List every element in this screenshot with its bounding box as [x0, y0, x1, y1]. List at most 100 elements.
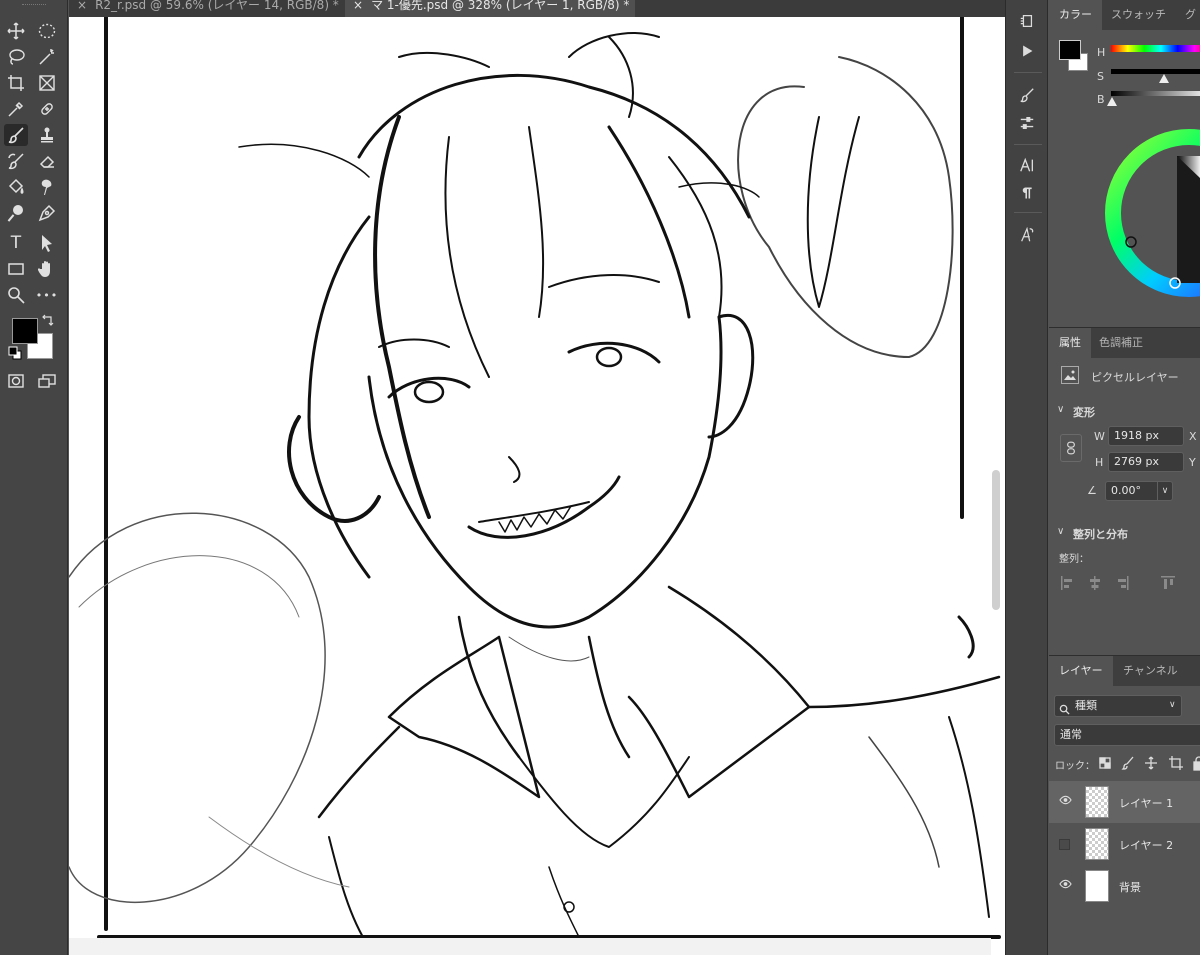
lock-transparent-icon[interactable]: [1099, 757, 1111, 769]
layer-row[interactable]: 背景: [1049, 865, 1200, 907]
color-panel-tabs: カラー スウォッチ グ: [1049, 0, 1200, 30]
screen-mode-icon[interactable]: [35, 370, 59, 392]
align-label: 整列：: [1059, 554, 1089, 565]
width-label: W: [1094, 430, 1105, 443]
tab-swatches[interactable]: スウォッチ: [1101, 0, 1176, 30]
tab-adjustments[interactable]: 色調補正: [1089, 328, 1153, 358]
align-top-icon[interactable]: [1161, 576, 1175, 589]
frame-tool-icon[interactable]: [35, 72, 59, 94]
swap-colors-icon[interactable]: [40, 314, 56, 328]
align-section-title[interactable]: 整列と分布: [1073, 526, 1128, 542]
magic-wand-tool-icon[interactable]: [35, 46, 59, 68]
layer-row[interactable]: レイヤー 2: [1049, 823, 1200, 865]
glyphs-panel-icon[interactable]: [1016, 224, 1038, 246]
layer-row[interactable]: レイヤー 1: [1049, 781, 1200, 823]
brush-settings-icon[interactable]: [1016, 84, 1038, 106]
crop-tool-icon[interactable]: [4, 72, 28, 94]
healing-brush-tool-icon[interactable]: [35, 98, 59, 120]
align-right-icon[interactable]: [1118, 576, 1129, 590]
dodge-tool-icon[interactable]: [4, 202, 28, 224]
tab-channels[interactable]: チャンネル: [1113, 656, 1188, 686]
width-field[interactable]: 1918 px: [1108, 426, 1184, 446]
paragraph-panel-icon[interactable]: [1016, 182, 1038, 204]
layer-name[interactable]: レイヤー 1: [1119, 795, 1173, 811]
height-field[interactable]: 2769 px: [1108, 452, 1184, 472]
adjustments-sliders-icon[interactable]: [1016, 112, 1038, 134]
filter-kind-value: 種類: [1075, 699, 1097, 712]
eraser-tool-icon[interactable]: [35, 150, 59, 172]
smudge-tool-icon[interactable]: [35, 176, 59, 198]
paint-bucket-tool-icon[interactable]: [4, 176, 28, 198]
brightness-label: B: [1097, 93, 1105, 106]
chevron-down-icon[interactable]: ∨: [1057, 404, 1064, 415]
history-brush-tool-icon[interactable]: [4, 150, 28, 172]
hand-tool-icon[interactable]: [35, 258, 59, 280]
saturation-slider[interactable]: [1111, 69, 1200, 74]
properties-panel-tabs: 属性 色調補正: [1049, 328, 1200, 358]
saturation-slider-thumb[interactable]: [1159, 74, 1169, 83]
y-label: Y: [1189, 456, 1196, 469]
layers-panel-tabs: レイヤー チャンネル: [1049, 656, 1200, 686]
lock-artboard-icon[interactable]: [1169, 756, 1183, 770]
layer-name[interactable]: 背景: [1119, 879, 1141, 895]
panel-grip[interactable]: [22, 4, 46, 7]
clone-stamp-tool-icon[interactable]: [35, 124, 59, 146]
hue-label: H: [1097, 46, 1106, 59]
chevron-down-icon[interactable]: ∨: [1169, 700, 1176, 710]
color-wheel[interactable]: [1049, 118, 1200, 318]
rectangle-tool-icon[interactable]: [4, 258, 28, 280]
photoshop-window: × R2_r.psd @ 59.6% (レイヤー 14, RGB/8) * × マ …: [0, 0, 1200, 955]
lock-position-icon[interactable]: [1145, 756, 1157, 770]
tab-gradients[interactable]: グ: [1175, 0, 1200, 30]
history-icon[interactable]: [1016, 10, 1038, 32]
tab-properties[interactable]: 属性: [1049, 328, 1091, 358]
tab-r2-document[interactable]: × R2_r.psd @ 59.6% (レイヤー 14, RGB/8) *: [69, 0, 344, 17]
eye-icon[interactable]: [1059, 879, 1073, 891]
color-panel: カラー スウォッチ グ H S B: [1049, 0, 1200, 323]
align-center-icon[interactable]: [1090, 576, 1100, 590]
panel-foreground-swatch[interactable]: [1059, 40, 1081, 60]
lock-pixels-icon[interactable]: [1121, 756, 1134, 770]
dock-separator: [1014, 72, 1042, 73]
zoom-tool-icon[interactable]: [4, 284, 28, 306]
layer-name[interactable]: レイヤー 2: [1119, 837, 1173, 853]
eyedropper-tool-icon[interactable]: [4, 98, 28, 120]
more-tools-icon[interactable]: •••: [35, 284, 59, 306]
tab-close-icon[interactable]: ×: [77, 0, 87, 12]
tab-close-icon[interactable]: ×: [353, 0, 363, 12]
brush-tool-icon[interactable]: [4, 124, 28, 146]
foreground-color-swatch[interactable]: [12, 318, 38, 344]
tab-layers[interactable]: レイヤー: [1049, 656, 1113, 686]
path-selection-tool-icon[interactable]: [35, 232, 59, 254]
layer-filter-select[interactable]: 種類: [1054, 695, 1182, 717]
character-panel-icon[interactable]: [1016, 154, 1038, 176]
hue-slider[interactable]: [1111, 45, 1200, 52]
lasso-tool-icon[interactable]: [4, 46, 28, 68]
brightness-slider-thumb[interactable]: [1107, 97, 1117, 106]
collapsed-panel-dock: [1005, 0, 1048, 955]
lock-all-icon[interactable]: [1193, 756, 1200, 771]
tab-color[interactable]: カラー: [1049, 0, 1102, 30]
visibility-off-box[interactable]: [1059, 839, 1070, 850]
align-left-icon[interactable]: [1061, 576, 1072, 590]
pen-tool-icon[interactable]: [35, 202, 59, 224]
play-actions-icon[interactable]: [1016, 40, 1038, 62]
tab-active-document[interactable]: × マ 1-優先.psd @ 328% (レイヤー 1, RGB/8) *: [345, 0, 635, 17]
default-colors-icon[interactable]: [8, 346, 22, 360]
brightness-slider[interactable]: [1111, 91, 1200, 96]
marquee-tool-icon[interactable]: [35, 20, 59, 42]
align-buttons: [1061, 576, 1175, 590]
link-icon[interactable]: [1060, 434, 1082, 462]
chevron-down-icon[interactable]: ∨: [1057, 526, 1064, 537]
move-tool-icon[interactable]: [4, 20, 28, 42]
document-canvas[interactable]: [69, 17, 1005, 955]
layer-type-label: ピクセルレイヤー: [1091, 371, 1179, 384]
quick-mask-icon[interactable]: [4, 370, 28, 392]
eye-icon[interactable]: [1059, 795, 1073, 807]
blend-mode-select[interactable]: 通常: [1054, 724, 1200, 746]
canvas-vertical-scrollbar[interactable]: [992, 470, 1000, 610]
type-tool-icon[interactable]: T: [4, 232, 28, 254]
transform-section-title[interactable]: 変形: [1073, 404, 1095, 420]
lock-buttons: [1099, 756, 1200, 771]
chevron-down-icon[interactable]: ∨: [1157, 482, 1172, 500]
